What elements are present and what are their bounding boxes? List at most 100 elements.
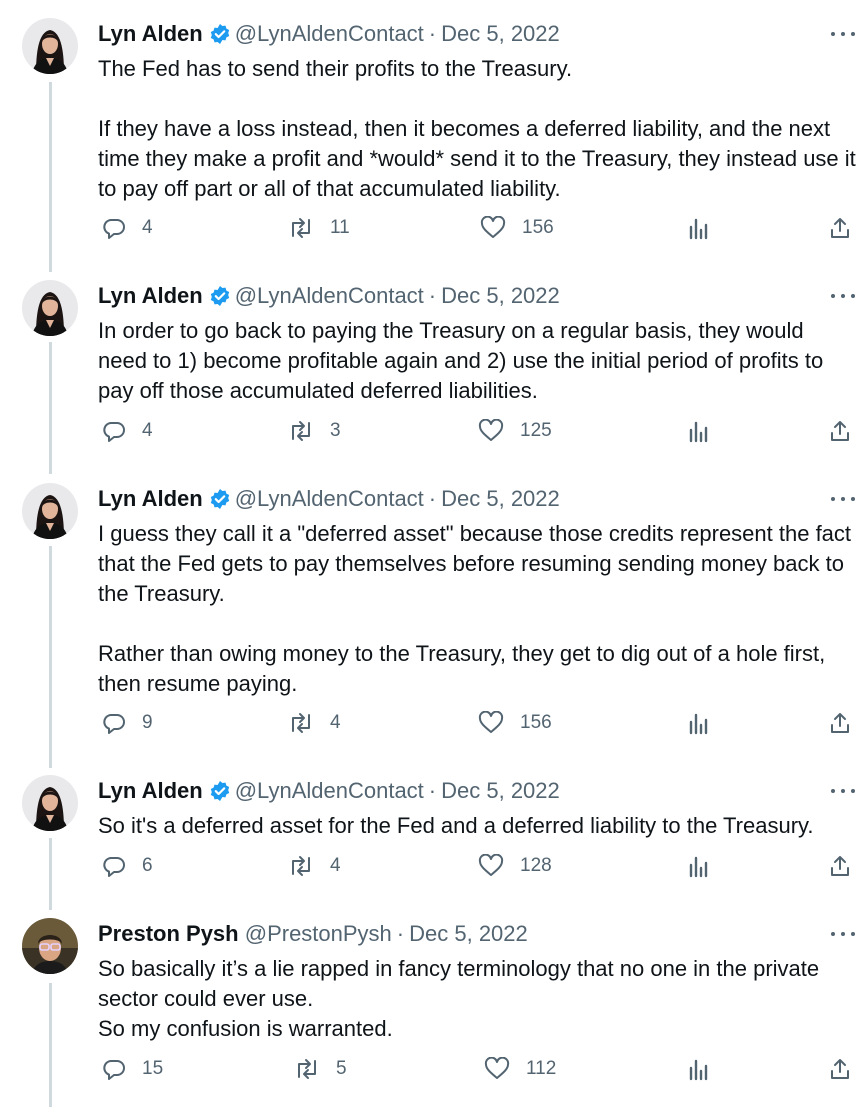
share-icon xyxy=(831,856,849,876)
author-handle[interactable]: @LynAldenContact xyxy=(235,778,424,803)
reply-count: 15 xyxy=(142,1058,164,1079)
author-name[interactable]: Lyn Alden xyxy=(98,486,203,511)
reply-icon xyxy=(103,714,125,734)
reply-count: 9 xyxy=(142,712,153,733)
views-button[interactable] xyxy=(688,419,710,443)
retweet-icon xyxy=(298,1059,316,1079)
retweet-button[interactable]: 5 xyxy=(294,1057,347,1081)
views-button[interactable] xyxy=(688,711,710,735)
author-name[interactable]: Preston Pysh xyxy=(98,921,239,946)
share-button[interactable] xyxy=(828,419,852,443)
avatar[interactable] xyxy=(22,280,78,336)
like-button[interactable]: 112 xyxy=(484,1057,556,1081)
tweet-actions: 4 3 125 xyxy=(98,419,858,449)
tweet-date[interactable]: Dec 5, 2022 xyxy=(441,486,560,511)
author-handle[interactable]: @LynAldenContact xyxy=(235,283,424,308)
retweet-count: 3 xyxy=(330,420,341,441)
share-icon xyxy=(831,1059,849,1079)
share-button[interactable] xyxy=(828,711,852,735)
reply-button[interactable]: 9 xyxy=(102,711,153,735)
heart-icon xyxy=(478,419,504,441)
separator-dot: · xyxy=(396,921,405,946)
author-name[interactable]: Lyn Alden xyxy=(98,778,203,803)
author-name[interactable]: Lyn Alden xyxy=(98,21,203,46)
views-button[interactable] xyxy=(688,854,710,878)
more-icon[interactable] xyxy=(831,924,855,944)
avatar[interactable] xyxy=(22,918,78,974)
share-icon xyxy=(831,421,849,441)
tweet-text: So basically it’s a lie rapped in fancy … xyxy=(98,956,820,1041)
tweet-date[interactable]: Dec 5, 2022 xyxy=(441,283,560,308)
heart-icon xyxy=(478,854,504,876)
retweet-button[interactable]: 3 xyxy=(288,419,341,443)
more-icon[interactable] xyxy=(831,286,855,306)
like-button[interactable]: 125 xyxy=(478,419,552,443)
reply-button[interactable]: 15 xyxy=(102,1057,163,1081)
share-button[interactable] xyxy=(828,1057,852,1081)
author-handle[interactable]: @LynAldenContact xyxy=(235,486,424,511)
retweet-button[interactable]: 11 xyxy=(288,216,350,240)
views-icon xyxy=(689,421,708,443)
author-handle[interactable]: @PrestonPysh xyxy=(245,921,392,946)
tweet-header: Lyn Alden @LynAldenContact · Dec 5, 2022 xyxy=(98,485,817,517)
avatar[interactable] xyxy=(22,483,78,539)
retweet-button[interactable]: 4 xyxy=(288,854,341,878)
avatar[interactable] xyxy=(22,775,78,831)
more-icon[interactable] xyxy=(831,781,855,801)
separator-dot: · xyxy=(428,778,437,803)
reply-count: 6 xyxy=(142,855,153,876)
like-button[interactable]: 156 xyxy=(480,216,554,240)
like-button[interactable]: 156 xyxy=(478,711,552,735)
reply-icon xyxy=(103,1060,125,1080)
tweet-header: Preston Pysh @PrestonPysh · Dec 5, 2022 xyxy=(98,920,817,948)
reply-button[interactable]: 4 xyxy=(102,419,153,443)
thread-connector xyxy=(49,82,52,272)
tweet-date[interactable]: Dec 5, 2022 xyxy=(441,778,560,803)
retweet-button[interactable]: 4 xyxy=(288,711,341,735)
tweet-text: The Fed has to send their profits to the… xyxy=(98,56,856,201)
retweet-icon xyxy=(292,421,310,441)
views-icon xyxy=(689,713,708,735)
retweet-count: 5 xyxy=(336,1058,347,1079)
separator-dot: · xyxy=(428,486,437,511)
views-button[interactable] xyxy=(688,216,710,240)
author-name[interactable]: Lyn Alden xyxy=(98,283,203,308)
share-button[interactable] xyxy=(828,854,852,878)
tweet-actions: 9 4 156 xyxy=(98,711,858,741)
more-icon[interactable] xyxy=(831,489,855,509)
views-icon xyxy=(689,1059,708,1081)
heart-icon xyxy=(480,216,506,238)
reply-button[interactable]: 4 xyxy=(102,216,153,240)
share-button[interactable] xyxy=(828,216,852,240)
separator-dot: · xyxy=(428,21,437,46)
verified-badge-icon xyxy=(209,780,231,809)
reply-button[interactable]: 6 xyxy=(102,854,153,878)
reply-count: 4 xyxy=(142,217,153,238)
tweet-actions: 6 4 128 xyxy=(98,854,858,884)
tweet-header: Lyn Alden @LynAldenContact · Dec 5, 2022 xyxy=(98,777,817,809)
share-icon xyxy=(831,713,849,733)
verified-badge-icon xyxy=(209,23,231,52)
views-button[interactable] xyxy=(688,1057,710,1081)
more-icon[interactable] xyxy=(831,24,855,44)
tweet-text: So it's a deferred asset for the Fed and… xyxy=(98,813,814,838)
avatar[interactable] xyxy=(22,18,78,74)
heart-icon xyxy=(478,711,504,733)
author-handle[interactable]: @LynAldenContact xyxy=(235,21,424,46)
retweet-icon xyxy=(292,218,310,238)
like-count: 112 xyxy=(526,1058,557,1079)
separator-dot: · xyxy=(428,283,437,308)
tweet-date[interactable]: Dec 5, 2022 xyxy=(409,921,528,946)
thread-connector xyxy=(49,546,52,768)
views-icon xyxy=(689,856,708,878)
heart-icon xyxy=(484,1057,510,1079)
tweet-date[interactable]: Dec 5, 2022 xyxy=(441,21,560,46)
like-button[interactable]: 128 xyxy=(478,854,552,878)
tweet-actions: 15 5 112 xyxy=(98,1057,858,1087)
reply-count: 4 xyxy=(142,420,153,441)
retweet-icon xyxy=(292,713,310,733)
verified-badge-icon xyxy=(209,285,231,314)
retweet-icon xyxy=(292,856,310,876)
thread-connector xyxy=(49,983,52,1107)
verified-badge-icon xyxy=(209,488,231,517)
